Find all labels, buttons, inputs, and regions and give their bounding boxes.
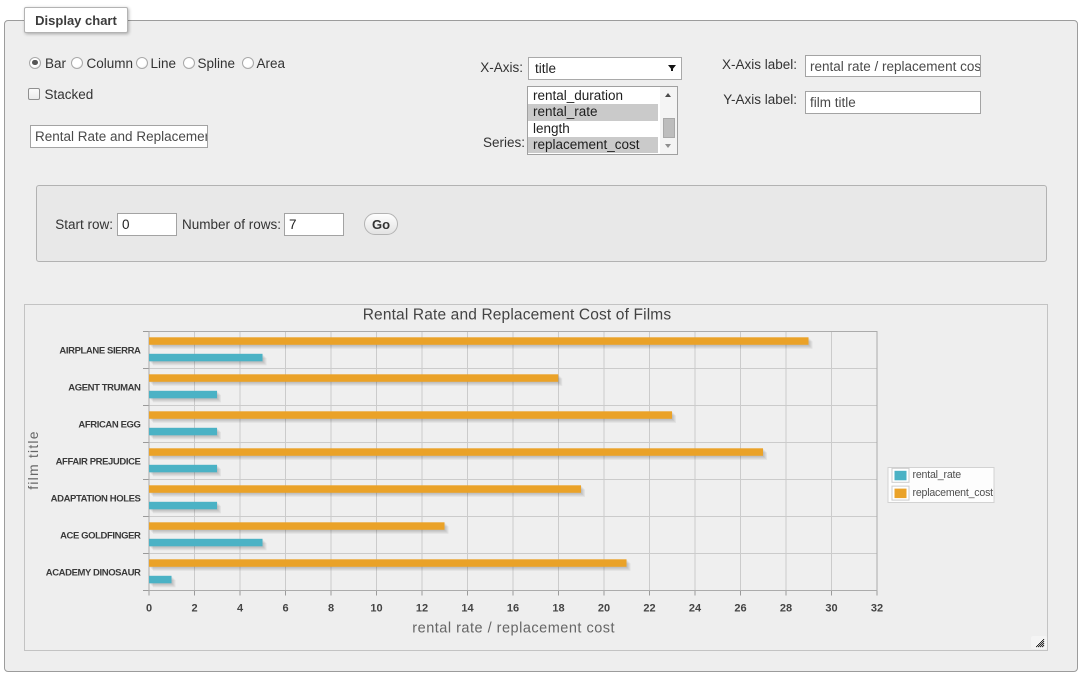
svg-text:26: 26 xyxy=(734,603,746,615)
svg-text:22: 22 xyxy=(643,603,655,615)
svg-text:10: 10 xyxy=(370,603,382,615)
svg-text:AFRICAN EGG: AFRICAN EGG xyxy=(78,419,140,430)
svg-text:ACE GOLDFINGER: ACE GOLDFINGER xyxy=(60,530,141,541)
svg-text:AIRPLANE SIERRA: AIRPLANE SIERRA xyxy=(59,345,141,356)
svg-text:20: 20 xyxy=(598,603,610,615)
svg-text:rental_rate: rental_rate xyxy=(913,469,962,481)
svg-text:replacement_cost: replacement_cost xyxy=(913,487,994,499)
svg-text:AGENT TRUMAN: AGENT TRUMAN xyxy=(68,382,141,393)
svg-text:28: 28 xyxy=(780,603,792,615)
svg-text:18: 18 xyxy=(552,603,564,615)
svg-text:ACADEMY DINOSAUR: ACADEMY DINOSAUR xyxy=(46,567,141,578)
svg-text:8: 8 xyxy=(328,603,334,615)
svg-text:Rental Rate and Replacement Co: Rental Rate and Replacement Cost of Film… xyxy=(363,307,672,324)
svg-text:2: 2 xyxy=(191,603,197,615)
svg-text:ADAPTATION HOLES: ADAPTATION HOLES xyxy=(51,493,141,504)
svg-text:6: 6 xyxy=(282,603,288,615)
svg-text:16: 16 xyxy=(507,603,519,615)
svg-text:14: 14 xyxy=(461,603,474,615)
svg-text:12: 12 xyxy=(416,603,428,615)
svg-text:24: 24 xyxy=(689,603,702,615)
svg-text:30: 30 xyxy=(825,603,837,615)
svg-text:4: 4 xyxy=(237,603,244,615)
svg-text:AFFAIR PREJUDICE: AFFAIR PREJUDICE xyxy=(56,456,141,467)
svg-text:32: 32 xyxy=(871,603,883,615)
svg-text:rental rate / replacement cost: rental rate / replacement cost xyxy=(412,620,615,636)
svg-text:film title: film title xyxy=(25,430,41,489)
svg-text:0: 0 xyxy=(146,603,152,615)
